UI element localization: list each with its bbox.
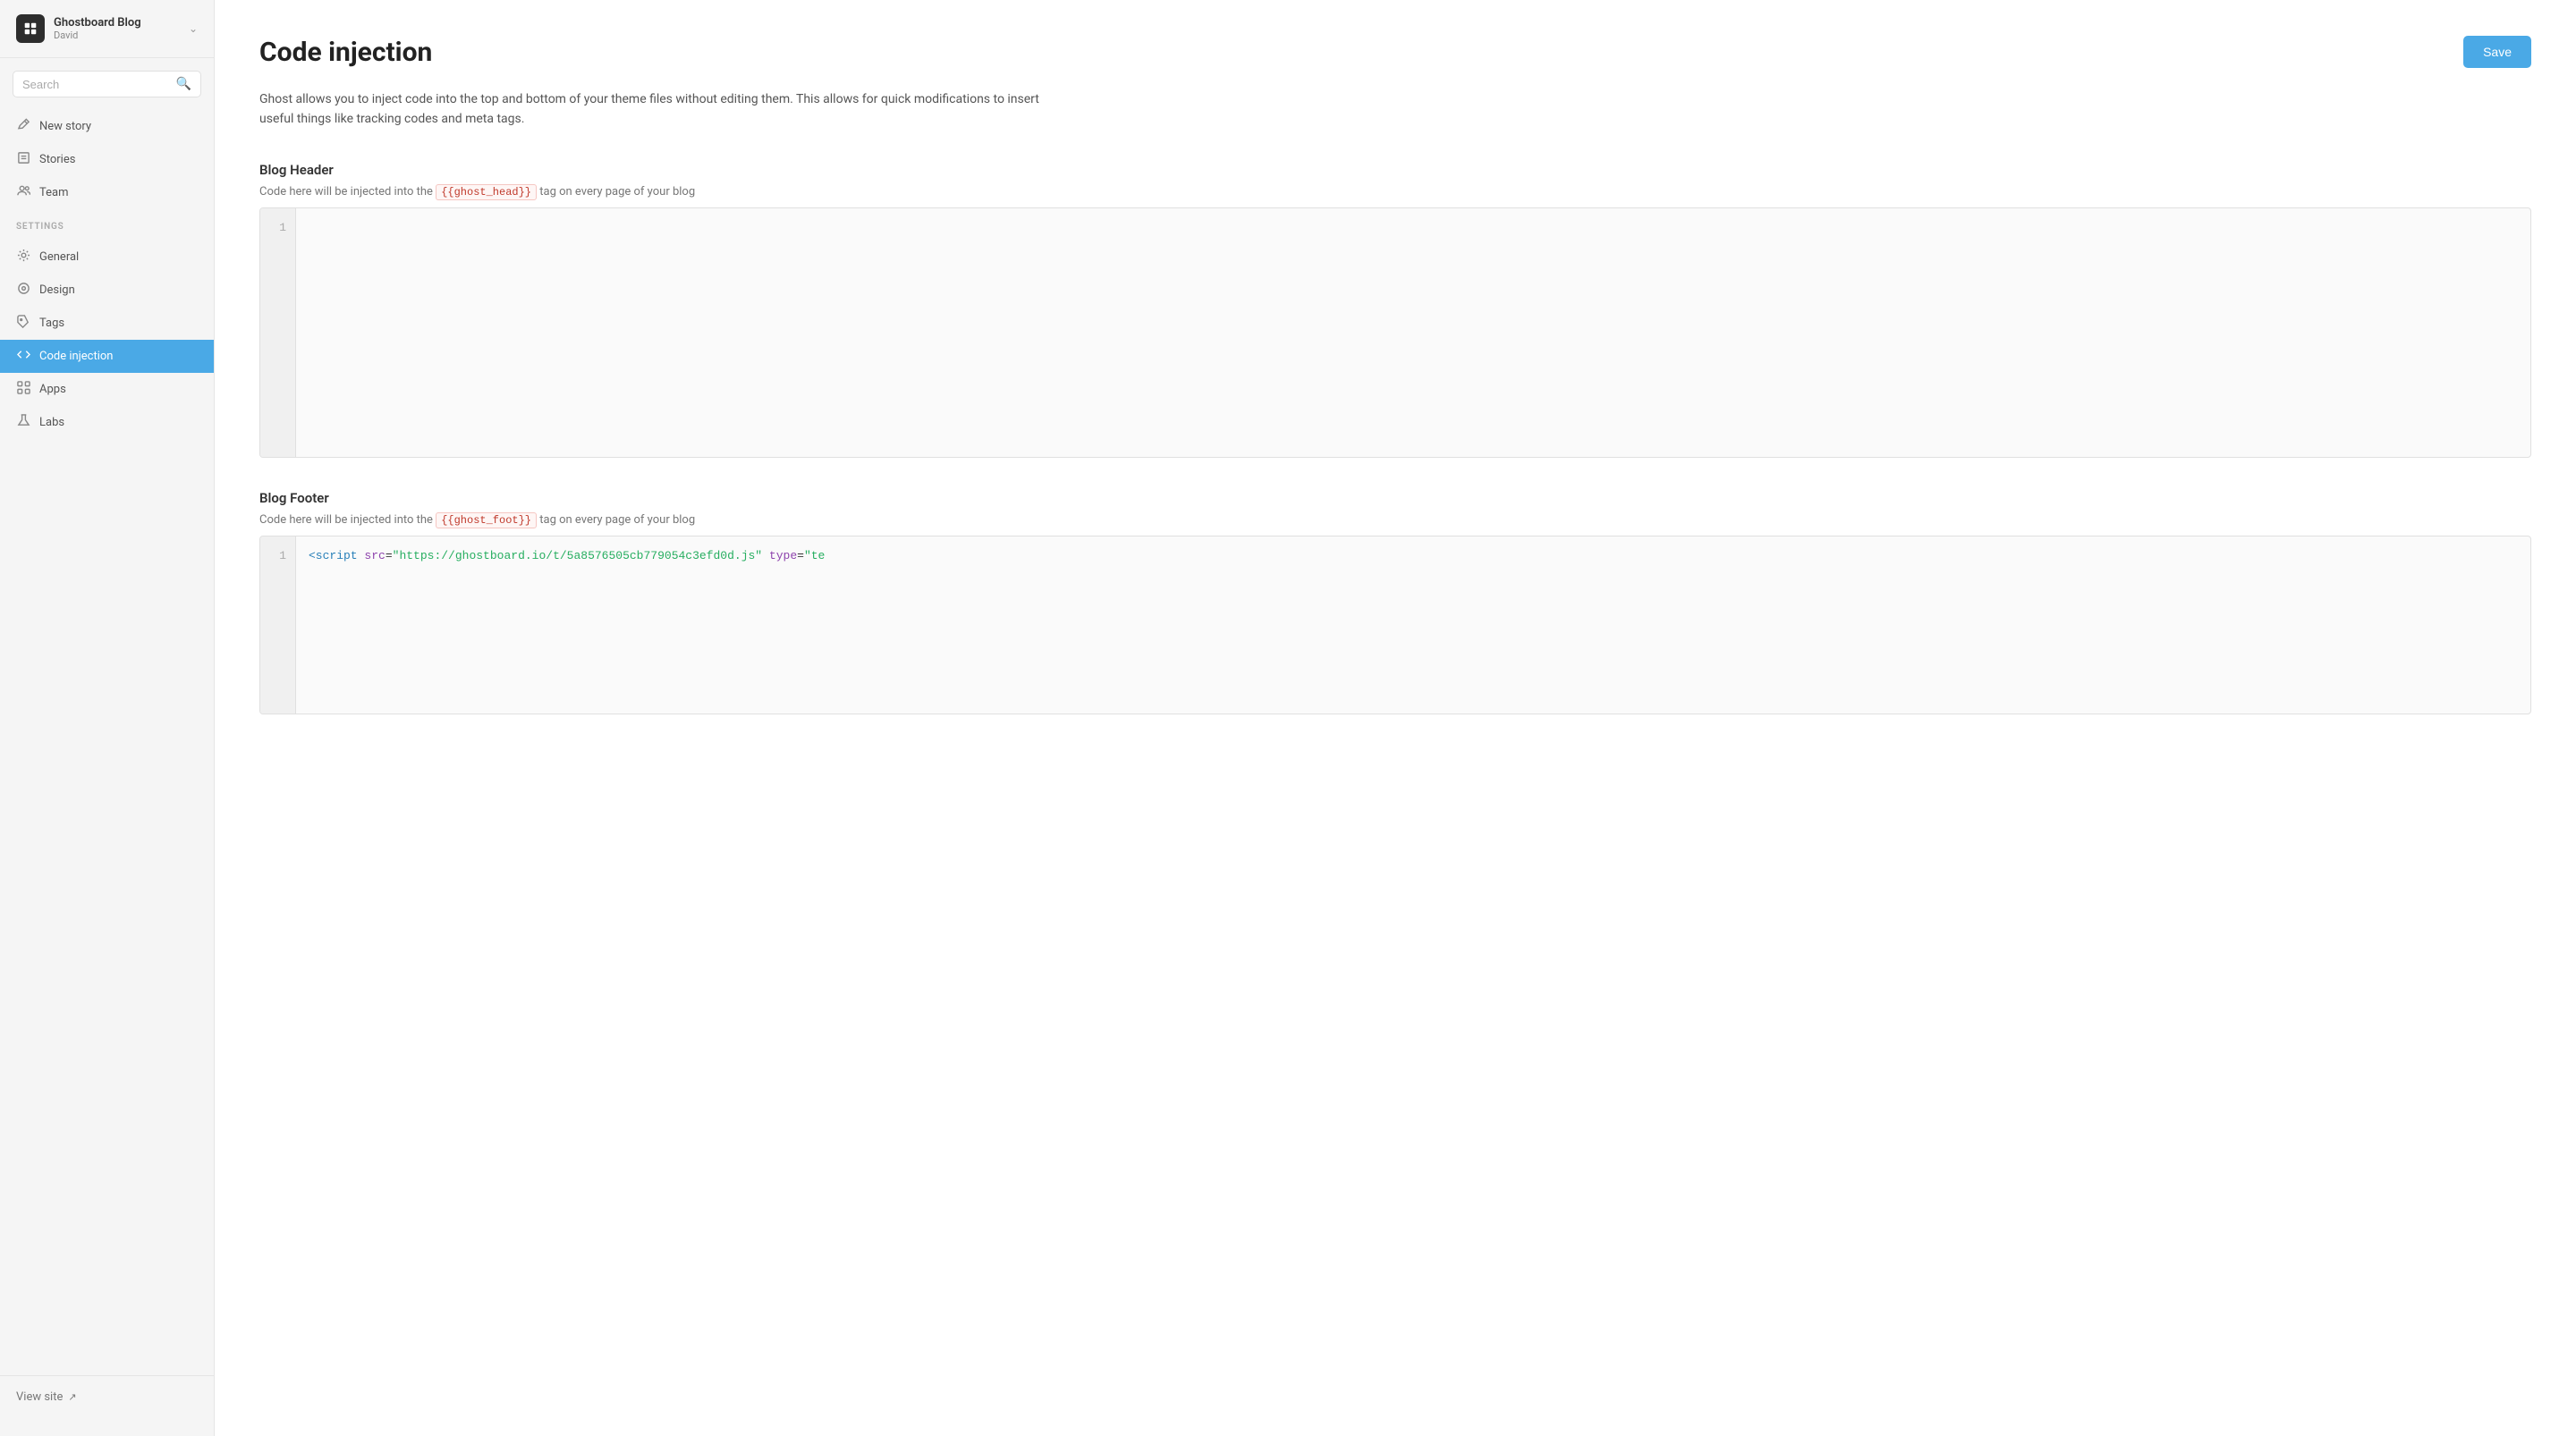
- blog-header-desc: Code here will be injected into the {{gh…: [259, 185, 2531, 199]
- team-icon: [16, 184, 30, 201]
- blog-footer-desc: Code here will be injected into the {{gh…: [259, 513, 2531, 527]
- labs-icon: [16, 414, 30, 431]
- search-icon[interactable]: 🔍: [176, 77, 191, 91]
- sidebar-item-design[interactable]: Design: [0, 274, 214, 307]
- blog-footer-editor[interactable]: 1 <script src="https://ghostboard.io/t/5…: [259, 536, 2531, 714]
- sidebar-item-tags[interactable]: Tags: [0, 307, 214, 340]
- sidebar-footer: View site ↗: [0, 1375, 214, 1418]
- page-description: Ghost allows you to inject code into the…: [259, 89, 1064, 130]
- labs-label: Labs: [39, 416, 64, 429]
- header-code-content[interactable]: [296, 208, 2530, 457]
- nav-section: New story Stories Team: [0, 110, 214, 209]
- ghost-head-tag: {{ghost_head}}: [436, 184, 537, 200]
- sidebar-item-code-injection[interactable]: Code injection: [0, 340, 214, 373]
- pencil-icon: [16, 118, 30, 135]
- sidebar-item-general[interactable]: General: [0, 241, 214, 274]
- sidebar-item-stories[interactable]: Stories: [0, 143, 214, 176]
- tags-label: Tags: [39, 317, 64, 330]
- search-input[interactable]: [22, 78, 169, 91]
- chevron-down-icon[interactable]: ⌄: [189, 22, 198, 35]
- view-site-label: View site: [16, 1390, 63, 1404]
- save-button[interactable]: Save: [2463, 36, 2531, 68]
- blog-header-desc-before: Code here will be injected into the: [259, 185, 433, 199]
- brand-text: Ghostboard Blog David: [54, 16, 141, 41]
- gear-icon: [16, 249, 30, 266]
- search-bar[interactable]: 🔍: [13, 71, 201, 97]
- ghost-foot-tag: {{ghost_foot}}: [436, 512, 537, 528]
- main-content: Code injection Save Ghost allows you to …: [215, 0, 2576, 1436]
- design-icon: [16, 282, 30, 299]
- sidebar-item-new-story[interactable]: New story: [0, 110, 214, 143]
- footer-code-content[interactable]: <script src="https://ghostboard.io/t/5a8…: [296, 536, 2530, 714]
- general-label: General: [39, 250, 79, 264]
- sidebar-item-labs[interactable]: Labs: [0, 406, 214, 439]
- blog-header-desc-after: tag on every page of your blog: [539, 185, 695, 199]
- sidebar-header: Ghostboard Blog David ⌄: [0, 0, 214, 58]
- blog-footer-title: Blog Footer: [259, 490, 2531, 506]
- blog-footer-desc-after: tag on every page of your blog: [539, 513, 695, 527]
- blog-header-section: Blog Header Code here will be injected i…: [259, 162, 2531, 458]
- stories-icon: [16, 151, 30, 168]
- line-numbers-footer: 1: [260, 536, 296, 714]
- page-title: Code injection: [259, 37, 432, 68]
- blog-header-title: Blog Header: [259, 162, 2531, 178]
- sidebar: Ghostboard Blog David ⌄ 🔍 New story: [0, 0, 215, 1436]
- view-site-link[interactable]: View site ↗: [16, 1390, 198, 1404]
- settings-section-label: SETTINGS: [0, 209, 214, 235]
- blog-header-editor[interactable]: 1: [259, 207, 2531, 458]
- blog-footer-desc-before: Code here will be injected into the: [259, 513, 433, 527]
- brand-icon: [16, 14, 45, 43]
- apps-icon: [16, 381, 30, 398]
- sidebar-item-team[interactable]: Team: [0, 176, 214, 209]
- apps-label: Apps: [39, 383, 66, 396]
- code-injection-label: Code injection: [39, 350, 113, 363]
- settings-nav: General Design Tags: [0, 241, 214, 439]
- blog-footer-section: Blog Footer Code here will be injected i…: [259, 490, 2531, 714]
- external-link-icon: ↗: [68, 1391, 76, 1403]
- tag-icon: [16, 315, 30, 332]
- team-label: Team: [39, 186, 69, 199]
- code-injection-icon: [16, 348, 30, 365]
- design-label: Design: [39, 283, 75, 297]
- main-header: Code injection Save: [259, 36, 2531, 68]
- brand: Ghostboard Blog David: [16, 14, 141, 43]
- stories-label: Stories: [39, 153, 75, 166]
- brand-user: David: [54, 30, 141, 41]
- line-numbers-header: 1: [260, 208, 296, 457]
- sidebar-item-apps[interactable]: Apps: [0, 373, 214, 406]
- new-story-label: New story: [39, 120, 91, 133]
- brand-name: Ghostboard Blog: [54, 16, 141, 30]
